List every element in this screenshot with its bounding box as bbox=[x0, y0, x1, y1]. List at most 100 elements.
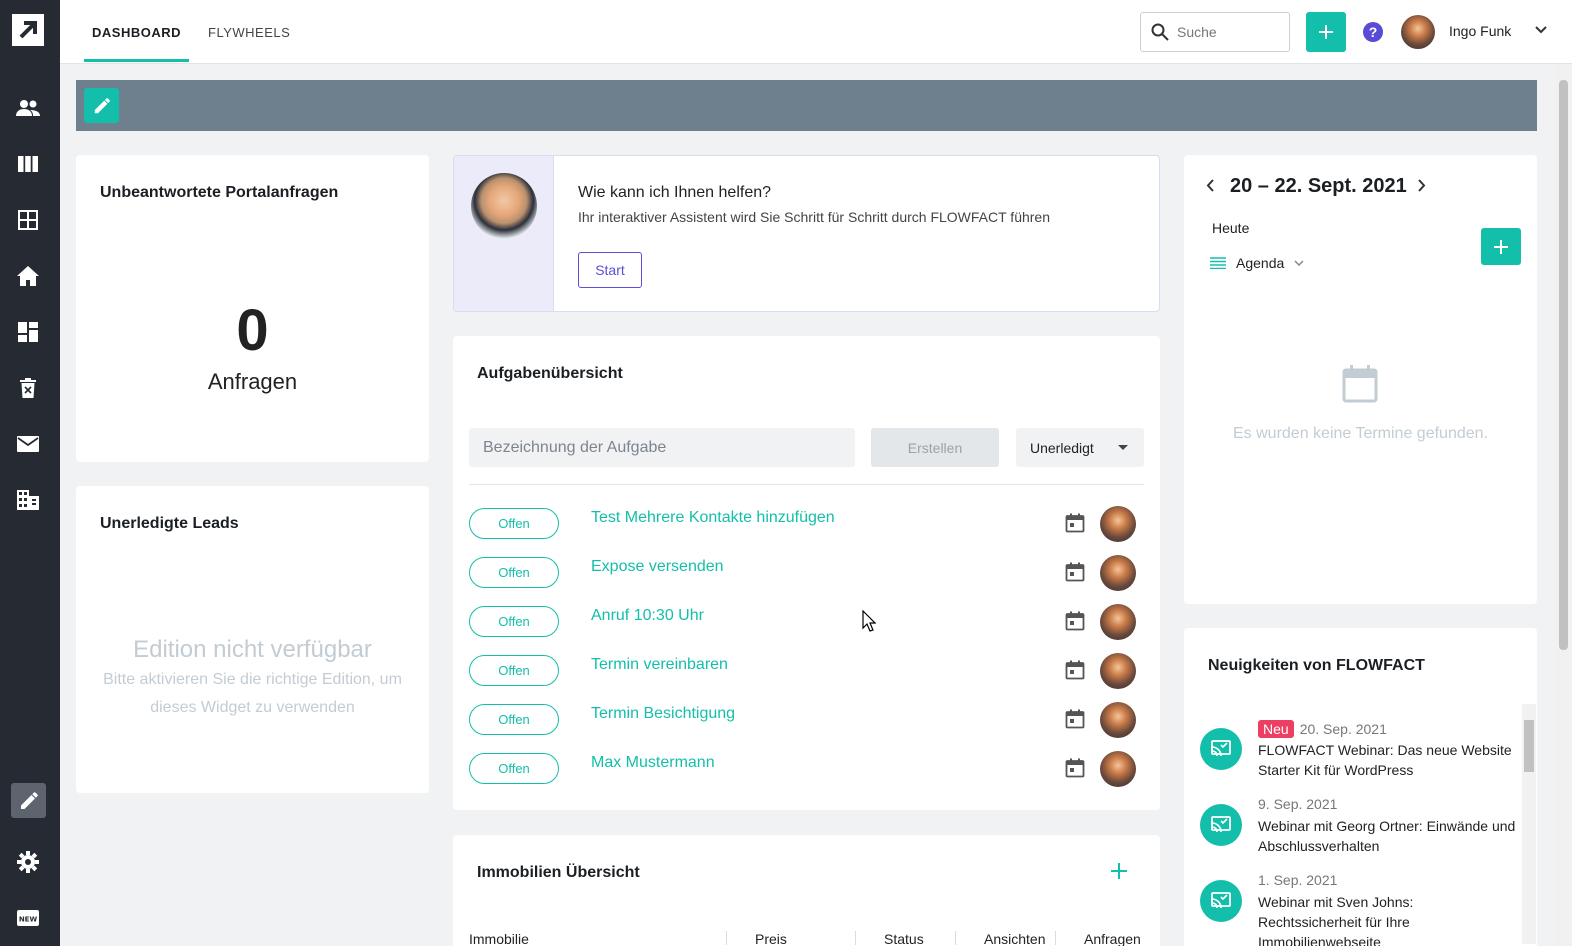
calendar-icon[interactable] bbox=[1065, 660, 1085, 685]
task-status-button[interactable]: Offen bbox=[469, 606, 559, 637]
task-row: Offen Expose versenden bbox=[453, 555, 1160, 604]
search-icon bbox=[1151, 23, 1169, 41]
today-link[interactable]: Heute bbox=[1212, 220, 1249, 236]
grid-icon[interactable] bbox=[14, 206, 42, 234]
scrollbar-thumb[interactable] bbox=[1559, 80, 1568, 650]
tab-flywheels[interactable]: FLYWHEELS bbox=[208, 0, 290, 64]
search-input[interactable] bbox=[1177, 24, 1277, 40]
building-icon[interactable] bbox=[14, 486, 42, 514]
column-separator bbox=[955, 931, 956, 945]
pencil-icon bbox=[94, 97, 110, 113]
calendar-view-value: Agenda bbox=[1236, 255, 1285, 271]
calendar-icon[interactable] bbox=[1065, 611, 1085, 636]
chevron-left-icon[interactable] bbox=[1206, 179, 1214, 192]
column-header[interactable]: Status bbox=[884, 931, 924, 946]
column-separator bbox=[855, 931, 856, 945]
calendar-icon[interactable] bbox=[1065, 758, 1085, 783]
help-icon[interactable]: ? bbox=[1363, 22, 1383, 42]
chevron-down-icon[interactable] bbox=[1535, 26, 1547, 34]
dashboard-edit-bar bbox=[76, 80, 1537, 131]
assignee-avatar[interactable] bbox=[1100, 604, 1136, 640]
task-name-input[interactable] bbox=[469, 428, 855, 467]
column-header[interactable]: Preis bbox=[755, 931, 787, 946]
column-header[interactable]: Immobilie bbox=[469, 931, 529, 946]
user-avatar[interactable] bbox=[1401, 15, 1435, 49]
task-name-link[interactable]: Test Mehrere Kontakte hinzufügen bbox=[591, 509, 835, 527]
calendar-icon[interactable] bbox=[1065, 562, 1085, 587]
webinar-icon bbox=[1200, 880, 1242, 922]
edition-unavailable-title: Edition nicht verfügbar bbox=[133, 636, 372, 663]
news-date-row: Neu 20. Sep. 2021 bbox=[1258, 720, 1387, 738]
assistant-card: Wie kann ich Ihnen helfen? Ihr interakti… bbox=[453, 155, 1160, 312]
task-status-button[interactable]: Offen bbox=[469, 508, 559, 539]
column-header[interactable]: Ansichten bbox=[984, 931, 1045, 946]
task-status-button[interactable]: Offen bbox=[469, 655, 559, 686]
tasks-card: Aufgabenübersicht Erstellen Unerledigt O… bbox=[453, 336, 1160, 810]
top-bar: DASHBOARD FLYWHEELS ? Ingo Funk bbox=[60, 0, 1572, 64]
task-status-button[interactable]: Offen bbox=[469, 557, 559, 588]
calendar-view-select[interactable]: Agenda bbox=[1210, 255, 1304, 271]
calendar-empty-icon bbox=[1342, 365, 1378, 403]
task-row: Offen Test Mehrere Kontakte hinzufügen bbox=[453, 506, 1160, 555]
task-status-button[interactable]: Offen bbox=[469, 704, 559, 735]
assignee-avatar[interactable] bbox=[1100, 751, 1136, 787]
svg-text:NEW: NEW bbox=[19, 916, 38, 924]
start-button[interactable]: Start bbox=[578, 252, 642, 288]
task-name-link[interactable]: Expose versenden bbox=[591, 558, 724, 576]
assignee-avatar[interactable] bbox=[1100, 506, 1136, 542]
add-appointment-button[interactable] bbox=[1481, 228, 1521, 265]
task-name-link[interactable]: Anruf 10:30 Uhr bbox=[591, 607, 704, 625]
scrollbar-thumb[interactable] bbox=[1524, 720, 1534, 772]
request-count-label: Anfragen bbox=[207, 369, 298, 394]
portal-requests-card: Unbeantwortete Portalanfragen 0 Anfragen bbox=[76, 155, 429, 462]
news-date-row: 1. Sep. 2021 bbox=[1258, 872, 1337, 888]
assistant-title: Wie kann ich Ihnen helfen? bbox=[578, 184, 772, 201]
user-name[interactable]: Ingo Funk bbox=[1449, 23, 1511, 39]
edit-dashboard-button[interactable] bbox=[84, 88, 119, 123]
home-icon[interactable] bbox=[14, 262, 42, 290]
edit-icon[interactable] bbox=[11, 783, 46, 818]
task-name-link[interactable]: Termin Besichtigung bbox=[591, 705, 735, 723]
task-name-link[interactable]: Termin vereinbaren bbox=[591, 656, 728, 674]
webinar-icon bbox=[1200, 804, 1242, 846]
assistant-text: Ihr interaktiver Assistent wird Sie Schr… bbox=[578, 209, 1051, 225]
mail-icon[interactable] bbox=[14, 430, 42, 458]
calendar-icon[interactable] bbox=[1065, 513, 1085, 538]
task-filter-select[interactable]: Unerledigt bbox=[1016, 428, 1144, 467]
mouse-cursor-icon bbox=[862, 610, 876, 632]
plus-icon bbox=[1319, 25, 1333, 39]
page-scrollbar[interactable] bbox=[1555, 64, 1572, 946]
news-card: Neuigkeiten von FLOWFACT Neu 20. Sep. 202… bbox=[1184, 628, 1537, 946]
search-box[interactable] bbox=[1140, 12, 1290, 52]
sidebar: NEW bbox=[0, 0, 60, 946]
calendar-icon[interactable] bbox=[1065, 709, 1085, 734]
add-button[interactable] bbox=[1306, 12, 1346, 52]
task-filter-value: Unerledigt bbox=[1030, 439, 1094, 456]
flowfact-logo-icon[interactable] bbox=[12, 14, 44, 46]
column-separator bbox=[726, 931, 727, 945]
columns-icon[interactable] bbox=[14, 150, 42, 178]
create-task-button[interactable]: Erstellen bbox=[871, 428, 999, 467]
calendar-range: 20 – 22. Sept. 2021 bbox=[1230, 175, 1407, 197]
caret-down-icon bbox=[1118, 445, 1128, 450]
settings-icon[interactable] bbox=[14, 848, 42, 876]
add-property-icon[interactable] bbox=[1111, 863, 1127, 879]
chevron-right-icon[interactable] bbox=[1418, 179, 1426, 192]
plus-icon bbox=[1494, 239, 1508, 254]
task-status-button[interactable]: Offen bbox=[469, 753, 559, 784]
card-title: Neuigkeiten von FLOWFACT bbox=[1208, 657, 1425, 674]
trash-icon[interactable] bbox=[14, 374, 42, 402]
assignee-avatar[interactable] bbox=[1100, 653, 1136, 689]
users-icon[interactable] bbox=[14, 94, 42, 122]
tab-dashboard[interactable]: DASHBOARD bbox=[84, 0, 189, 64]
new-icon[interactable]: NEW bbox=[14, 904, 42, 932]
leads-card: Unerledigte Leads Edition nicht verfügba… bbox=[76, 486, 429, 793]
assignee-avatar[interactable] bbox=[1100, 702, 1136, 738]
dashboard-icon[interactable] bbox=[14, 318, 42, 346]
news-scrollbar[interactable] bbox=[1522, 704, 1536, 944]
request-count: 0 bbox=[236, 298, 269, 363]
card-title: Immobilien Übersicht bbox=[477, 864, 640, 881]
assignee-avatar[interactable] bbox=[1100, 555, 1136, 591]
column-header[interactable]: Anfragen bbox=[1084, 931, 1141, 946]
task-name-link[interactable]: Max Mustermann bbox=[591, 754, 715, 772]
